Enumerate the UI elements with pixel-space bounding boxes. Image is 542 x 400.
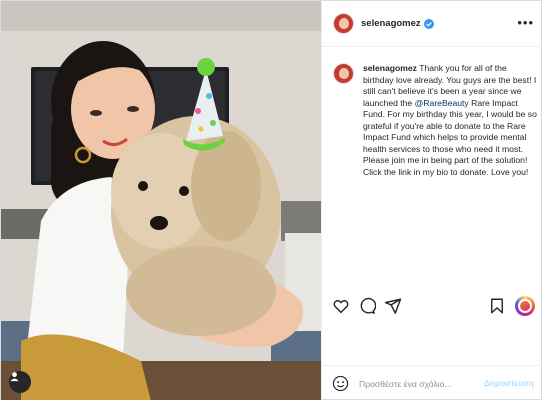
comment-button[interactable] — [358, 297, 377, 315]
story-ring-dot — [520, 301, 530, 311]
photo-illustration — [1, 1, 321, 400]
comment-icon — [360, 297, 377, 314]
caption-username[interactable]: selenagomez — [363, 63, 417, 73]
verified-badge-icon — [423, 18, 434, 29]
post-comment-button[interactable]: Δημοσίευση — [484, 378, 534, 388]
share-button[interactable] — [384, 297, 402, 315]
caption-body-end: Rare Impact Fund. For my birthday this y… — [363, 97, 537, 177]
comment-bar: Δημοσίευση — [322, 365, 542, 400]
avatar[interactable] — [333, 13, 354, 34]
comment-input[interactable] — [359, 378, 487, 389]
save-button[interactable] — [488, 297, 506, 315]
bookmark-icon — [491, 298, 503, 314]
more-horizontal-icon: ••• — [517, 15, 534, 30]
caption-text: selenagomez Thank you for all of the bir… — [363, 63, 538, 178]
action-bar — [322, 291, 542, 321]
heart-icon — [333, 300, 349, 314]
emoji-icon[interactable] — [332, 375, 349, 392]
post-header: selenagomez ••• — [322, 1, 542, 47]
send-icon — [384, 298, 402, 314]
caption-avatar[interactable] — [333, 63, 354, 84]
post-photo[interactable] — [1, 1, 321, 400]
post-side-panel: selenagomez ••• selenagomez Thank you fo… — [321, 1, 542, 400]
more-options-button[interactable]: ••• — [517, 15, 534, 30]
header-username[interactable]: selenagomez — [361, 18, 421, 29]
tagged-user-button[interactable] — [9, 371, 31, 393]
story-ring-button[interactable] — [515, 296, 535, 316]
mention-link[interactable]: @RareBeauty — [415, 98, 469, 108]
instagram-post: selenagomez ••• selenagomez Thank you fo… — [0, 0, 542, 400]
like-button[interactable] — [332, 297, 350, 315]
user-icon — [10, 372, 19, 382]
story-ring-icon — [518, 299, 532, 313]
caption: selenagomez Thank you for all of the bir… — [333, 63, 538, 178]
